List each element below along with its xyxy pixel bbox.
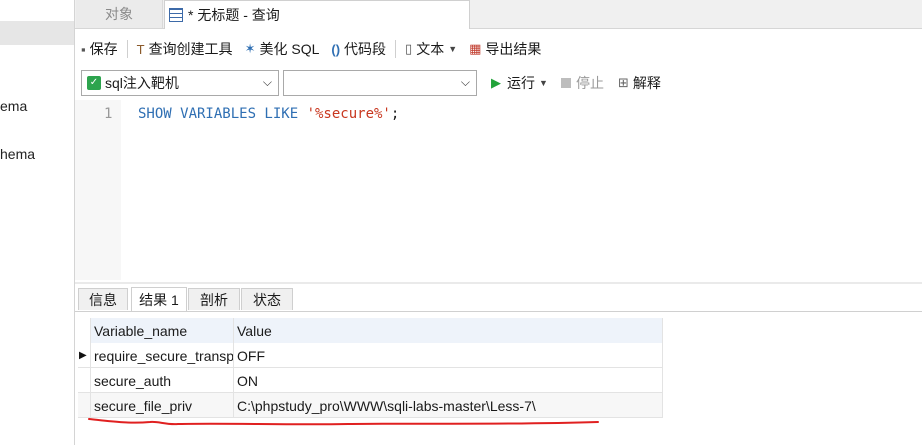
tab-profile[interactable]: 剖析: [188, 288, 240, 310]
save-icon: ▪: [81, 41, 86, 57]
column-header-value[interactable]: Value: [233, 318, 663, 343]
cell-variable-name[interactable]: secure_auth: [90, 368, 233, 393]
sql-code-line[interactable]: SHOW VARIABLES LIKE '%secure%';: [138, 106, 399, 122]
cell-value[interactable]: C:\phpstudy_pro\WWW\sqli-labs-master\Les…: [233, 393, 663, 418]
explain-label: 解释: [632, 75, 661, 91]
text-mode-label: 文本: [416, 41, 445, 57]
export-results-label: 导出结果: [485, 41, 542, 57]
left-navigation-panel: [0, 0, 74, 445]
sql-keywords: SHOW VARIABLES LIKE: [138, 106, 307, 122]
sql-terminator: ;: [390, 106, 400, 122]
column-header-variable-name[interactable]: Variable_name: [90, 318, 233, 343]
stop-label: 停止: [576, 75, 604, 91]
annotation-underline: [88, 418, 599, 426]
result-tabs: 信息 结果 1 剖析 状态: [75, 287, 922, 312]
brackets-icon: (): [331, 41, 341, 57]
cell-value[interactable]: OFF: [233, 343, 663, 368]
explain-icon: ⊞: [618, 75, 629, 90]
cell-value[interactable]: ON: [233, 368, 663, 393]
row-header-cell: [78, 393, 90, 418]
export-icon: ▦: [469, 41, 482, 56]
tab-info-label: 信息: [89, 291, 117, 308]
tab-info[interactable]: 信息: [78, 288, 128, 310]
editor-results-splitter[interactable]: [75, 282, 922, 284]
run-button[interactable]: ▶ 运行 ▼: [485, 70, 554, 96]
save-button[interactable]: ▪ 保存: [75, 36, 124, 62]
run-label: 运行: [507, 75, 535, 91]
stop-button[interactable]: 停止: [555, 70, 610, 96]
left-selected-item[interactable]: [0, 21, 74, 45]
magic-wand-icon: ✶: [244, 41, 256, 56]
code-snippet-button[interactable]: () 代码段: [325, 36, 392, 62]
cell-variable-name[interactable]: require_secure_transport: [90, 343, 233, 368]
beautify-sql-label: 美化 SQL: [259, 41, 320, 57]
tab-query[interactable]: * 无标题 - 查询: [164, 0, 470, 29]
explain-button[interactable]: ⊞ 解释: [612, 70, 667, 96]
stop-icon: [561, 78, 571, 88]
export-results-button[interactable]: ▦ 导出结果: [463, 36, 547, 62]
tab-status-label: 状态: [253, 291, 281, 308]
code-snippet-label: 代码段: [344, 41, 387, 57]
text-mode-button[interactable]: ▯ 文本 ▼: [399, 36, 463, 62]
tab-query-label: * 无标题 - 查询: [188, 7, 280, 23]
save-label: 保存: [89, 41, 118, 57]
chevron-down-icon: ⌵: [460, 75, 470, 89]
connection-icon: ✓: [87, 76, 101, 90]
beautify-sql-button[interactable]: ✶ 美化 SQL: [239, 36, 326, 62]
left-item-schema-1[interactable]: ema: [0, 98, 27, 114]
sql-editor[interactable]: [75, 100, 922, 280]
tab-objects-label: 对象: [105, 6, 133, 22]
row-header-cell: [78, 368, 90, 393]
connection-value: sql注入靶机: [105, 75, 179, 91]
tab-profile-label: 剖析: [200, 291, 228, 308]
query-builder-label: 查询创建工具: [148, 41, 233, 57]
chevron-down-icon: ▼: [448, 44, 458, 54]
tab-result-1-label: 结果 1: [139, 291, 179, 308]
table-row[interactable]: secure_file_priv C:\phpstudy_pro\WWW\sql…: [78, 393, 663, 418]
row-header-cell: [78, 318, 90, 343]
table-row[interactable]: ▶ require_secure_transport OFF: [78, 343, 663, 368]
play-icon: ▶: [491, 75, 501, 90]
toolbar-separator: [126, 40, 128, 58]
query-builder-button[interactable]: T 查询创建工具: [131, 36, 239, 62]
line-number-gutter: [75, 100, 121, 280]
cell-variable-name[interactable]: secure_file_priv: [90, 393, 233, 418]
tab-status[interactable]: 状态: [241, 288, 293, 310]
tab-result-1[interactable]: 结果 1: [131, 287, 187, 311]
query-options-row: ✓ sql注入靶机 ⌵ ⌵ ▶ 运行 ▼ 停止 ⊞ 解释: [75, 68, 922, 98]
grid-header-row: Variable_name Value: [78, 318, 663, 343]
chevron-down-icon: ⌵: [262, 75, 272, 89]
chevron-down-icon: ▼: [539, 78, 548, 88]
table-grid-icon: [169, 8, 183, 22]
table-row[interactable]: secure_auth ON: [78, 368, 663, 393]
sql-string-literal: '%secure%': [306, 106, 391, 122]
database-select[interactable]: ⌵: [283, 70, 477, 96]
connection-select[interactable]: ✓ sql注入靶机 ⌵: [81, 70, 279, 96]
left-item-schema-2[interactable]: hema: [0, 146, 35, 162]
toolbar: ▪ 保存 T 查询创建工具 ✶ 美化 SQL () 代码段 ▯ 文本 ▼ ▦ 导…: [75, 34, 922, 64]
toolbar-separator: [395, 40, 397, 58]
hammer-icon: T: [136, 41, 145, 57]
row-pointer-icon: ▶: [79, 350, 87, 361]
tab-objects[interactable]: 对象: [76, 0, 163, 28]
line-number: 1: [104, 106, 113, 122]
document-icon: ▯: [405, 41, 413, 56]
